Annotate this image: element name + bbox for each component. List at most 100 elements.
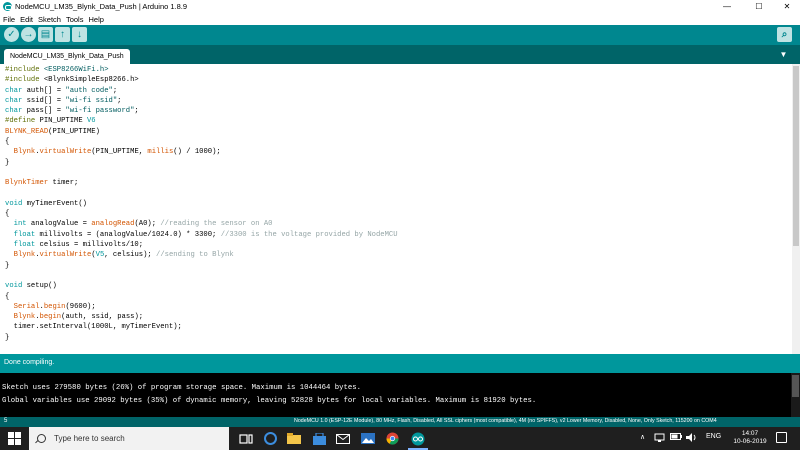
menu-bar: File Edit Sketch Tools Help xyxy=(0,13,800,25)
code-line[interactable]: { xyxy=(5,209,398,219)
code-line[interactable]: #define PIN_UPTIME V6 xyxy=(5,116,398,126)
upload-button[interactable]: → xyxy=(21,27,36,42)
code-line[interactable]: timer.setInterval(1000L, myTimerEvent); xyxy=(5,322,398,332)
menu-tools[interactable]: Tools xyxy=(66,15,84,24)
tray-chevron-icon[interactable]: ∧ xyxy=(640,433,645,441)
arduino-taskbar-icon[interactable] xyxy=(410,431,426,446)
code-token: float xyxy=(13,230,36,239)
menu-edit[interactable]: Edit xyxy=(20,15,33,24)
code-token: begin xyxy=(43,302,66,311)
code-text[interactable]: #include <ESP8266WiFi.h> #include <BlynkS… xyxy=(5,65,398,343)
network-icon[interactable] xyxy=(654,433,665,444)
code-token: #include xyxy=(5,66,44,74)
code-line[interactable] xyxy=(5,189,398,199)
store-icon[interactable] xyxy=(311,431,327,446)
code-line[interactable] xyxy=(5,271,398,281)
menu-help[interactable]: Help xyxy=(88,15,103,24)
console-line: Sketch uses 279580 bytes (26%) of progra… xyxy=(2,384,362,392)
code-token: ; xyxy=(134,107,139,116)
search-placeholder: Type here to search xyxy=(54,434,125,443)
new-sketch-button[interactable]: ▤ xyxy=(38,27,53,42)
code-token: Serial xyxy=(13,302,40,311)
code-token: int xyxy=(13,220,27,229)
system-clock[interactable]: 14:07 10-06-2019 xyxy=(732,430,768,446)
code-line[interactable]: void setup() xyxy=(5,281,398,291)
open-sketch-button[interactable]: ↑ xyxy=(55,27,70,42)
code-token: BLYNK_READ xyxy=(5,127,49,136)
save-sketch-button[interactable]: ↓ xyxy=(72,27,87,42)
tab-sketch[interactable]: NodeMCU_LM35_Blynk_Data_Push xyxy=(4,49,130,64)
code-token: "auth code" xyxy=(65,86,113,95)
battery-icon[interactable] xyxy=(670,433,682,442)
code-token: Blynk xyxy=(13,313,36,322)
editor-scrollbar-thumb[interactable] xyxy=(793,66,799,246)
notification-center-icon[interactable] xyxy=(776,432,787,443)
console-text: Sketch uses 279580 bytes (26%) of progra… xyxy=(2,382,536,408)
code-editor[interactable]: #include <ESP8266WiFi.h> #include <BlynkS… xyxy=(0,64,800,354)
mail-icon[interactable] xyxy=(335,431,351,446)
code-token: #define xyxy=(5,117,36,126)
code-token: PIN_UPTIME xyxy=(35,117,87,126)
code-line[interactable]: #include <ESP8266WiFi.h> xyxy=(5,65,398,75)
menu-sketch[interactable]: Sketch xyxy=(38,15,61,24)
language-indicator[interactable]: ENG xyxy=(706,433,721,440)
board-info: NodeMCU 1.0 (ESP-12E Module), 80 MHz, Fl… xyxy=(294,418,717,424)
code-token: void xyxy=(5,282,23,291)
code-token: ssid[] = xyxy=(22,96,66,105)
code-line[interactable] xyxy=(5,168,398,178)
console-scrollbar-thumb[interactable] xyxy=(792,375,799,397)
code-line[interactable]: Blynk.begin(auth, ssid, pass); xyxy=(5,312,398,322)
verify-button[interactable]: ✓ xyxy=(4,27,19,42)
file-explorer-icon[interactable] xyxy=(286,431,302,446)
tab-menu-chevron-down-icon[interactable]: ▼ xyxy=(778,49,789,60)
code-line[interactable]: Blynk.virtualWrite(V5, celsius); //sendi… xyxy=(5,250,398,260)
status-bar: Done compiling. xyxy=(0,354,800,373)
code-line[interactable]: char ssid[] = "wi-fi ssid"; xyxy=(5,96,398,106)
code-token: timer.setInterval(1000L, myTimerEvent); xyxy=(5,323,182,332)
code-token: millivolts = (analogValue/1024.0) * 3300… xyxy=(35,230,221,239)
code-line[interactable]: Blynk.virtualWrite(PIN_UPTIME, millis() … xyxy=(5,147,398,157)
arduino-logo-icon xyxy=(3,2,12,11)
status-message: Done compiling. xyxy=(4,359,55,366)
code-line[interactable]: Serial.begin(9600); xyxy=(5,302,398,312)
taskbar-search[interactable]: Type here to search xyxy=(29,427,229,450)
windows-taskbar: Type here to search ∧ ENG 14:07 10-06-20… xyxy=(0,427,800,450)
serial-monitor-button[interactable]: ⌕ xyxy=(777,27,792,42)
code-line[interactable]: { xyxy=(5,137,398,147)
code-token: analogValue = xyxy=(26,220,92,229)
code-token: } xyxy=(5,261,10,270)
code-line[interactable]: } xyxy=(5,158,398,168)
code-token: void xyxy=(5,199,23,208)
code-token: myTimerEvent() xyxy=(22,199,87,208)
code-line[interactable]: void myTimerEvent() xyxy=(5,199,398,209)
code-line[interactable]: #include <BlynkSimpleEsp8266.h> xyxy=(5,75,398,85)
menu-file[interactable]: File xyxy=(3,15,15,24)
code-line[interactable]: { xyxy=(5,292,398,302)
console-scrollbar[interactable] xyxy=(791,373,800,417)
code-token: auth[] = xyxy=(22,86,66,95)
code-token: V6 xyxy=(86,117,96,126)
maximize-button[interactable]: ☐ xyxy=(744,0,774,13)
code-line[interactable]: BlynkTimer timer; xyxy=(5,178,398,188)
task-view-icon[interactable] xyxy=(238,431,254,446)
code-line[interactable]: char auth[] = "auth code"; xyxy=(5,86,398,96)
code-line[interactable]: float celsius = millivolts/10; xyxy=(5,240,398,250)
photos-icon[interactable] xyxy=(360,431,376,446)
close-button[interactable]: ✕ xyxy=(772,0,800,13)
board-status-bar: 5 NodeMCU 1.0 (ESP-12E Module), 80 MHz, … xyxy=(0,417,800,427)
code-line[interactable]: } xyxy=(5,261,398,271)
chrome-icon[interactable] xyxy=(384,431,400,446)
code-line[interactable]: BLYNK_READ(PIN_UPTIME) xyxy=(5,127,398,137)
code-line[interactable]: char pass[] = "wi-fi password"; xyxy=(5,106,398,116)
code-line[interactable]: float millivolts = (analogValue/1024.0) … xyxy=(5,230,398,240)
title-bar: NodeMCU_LM35_Blynk_Data_Push | Arduino 1… xyxy=(0,0,800,13)
edge-browser-icon[interactable] xyxy=(262,431,278,446)
code-line[interactable]: int analogValue = analogRead(A0); //read… xyxy=(5,219,398,229)
minimize-button[interactable]: — xyxy=(712,0,742,13)
code-line[interactable]: } xyxy=(5,333,398,343)
windows-start-icon[interactable] xyxy=(8,432,21,445)
volume-icon[interactable] xyxy=(686,433,697,444)
